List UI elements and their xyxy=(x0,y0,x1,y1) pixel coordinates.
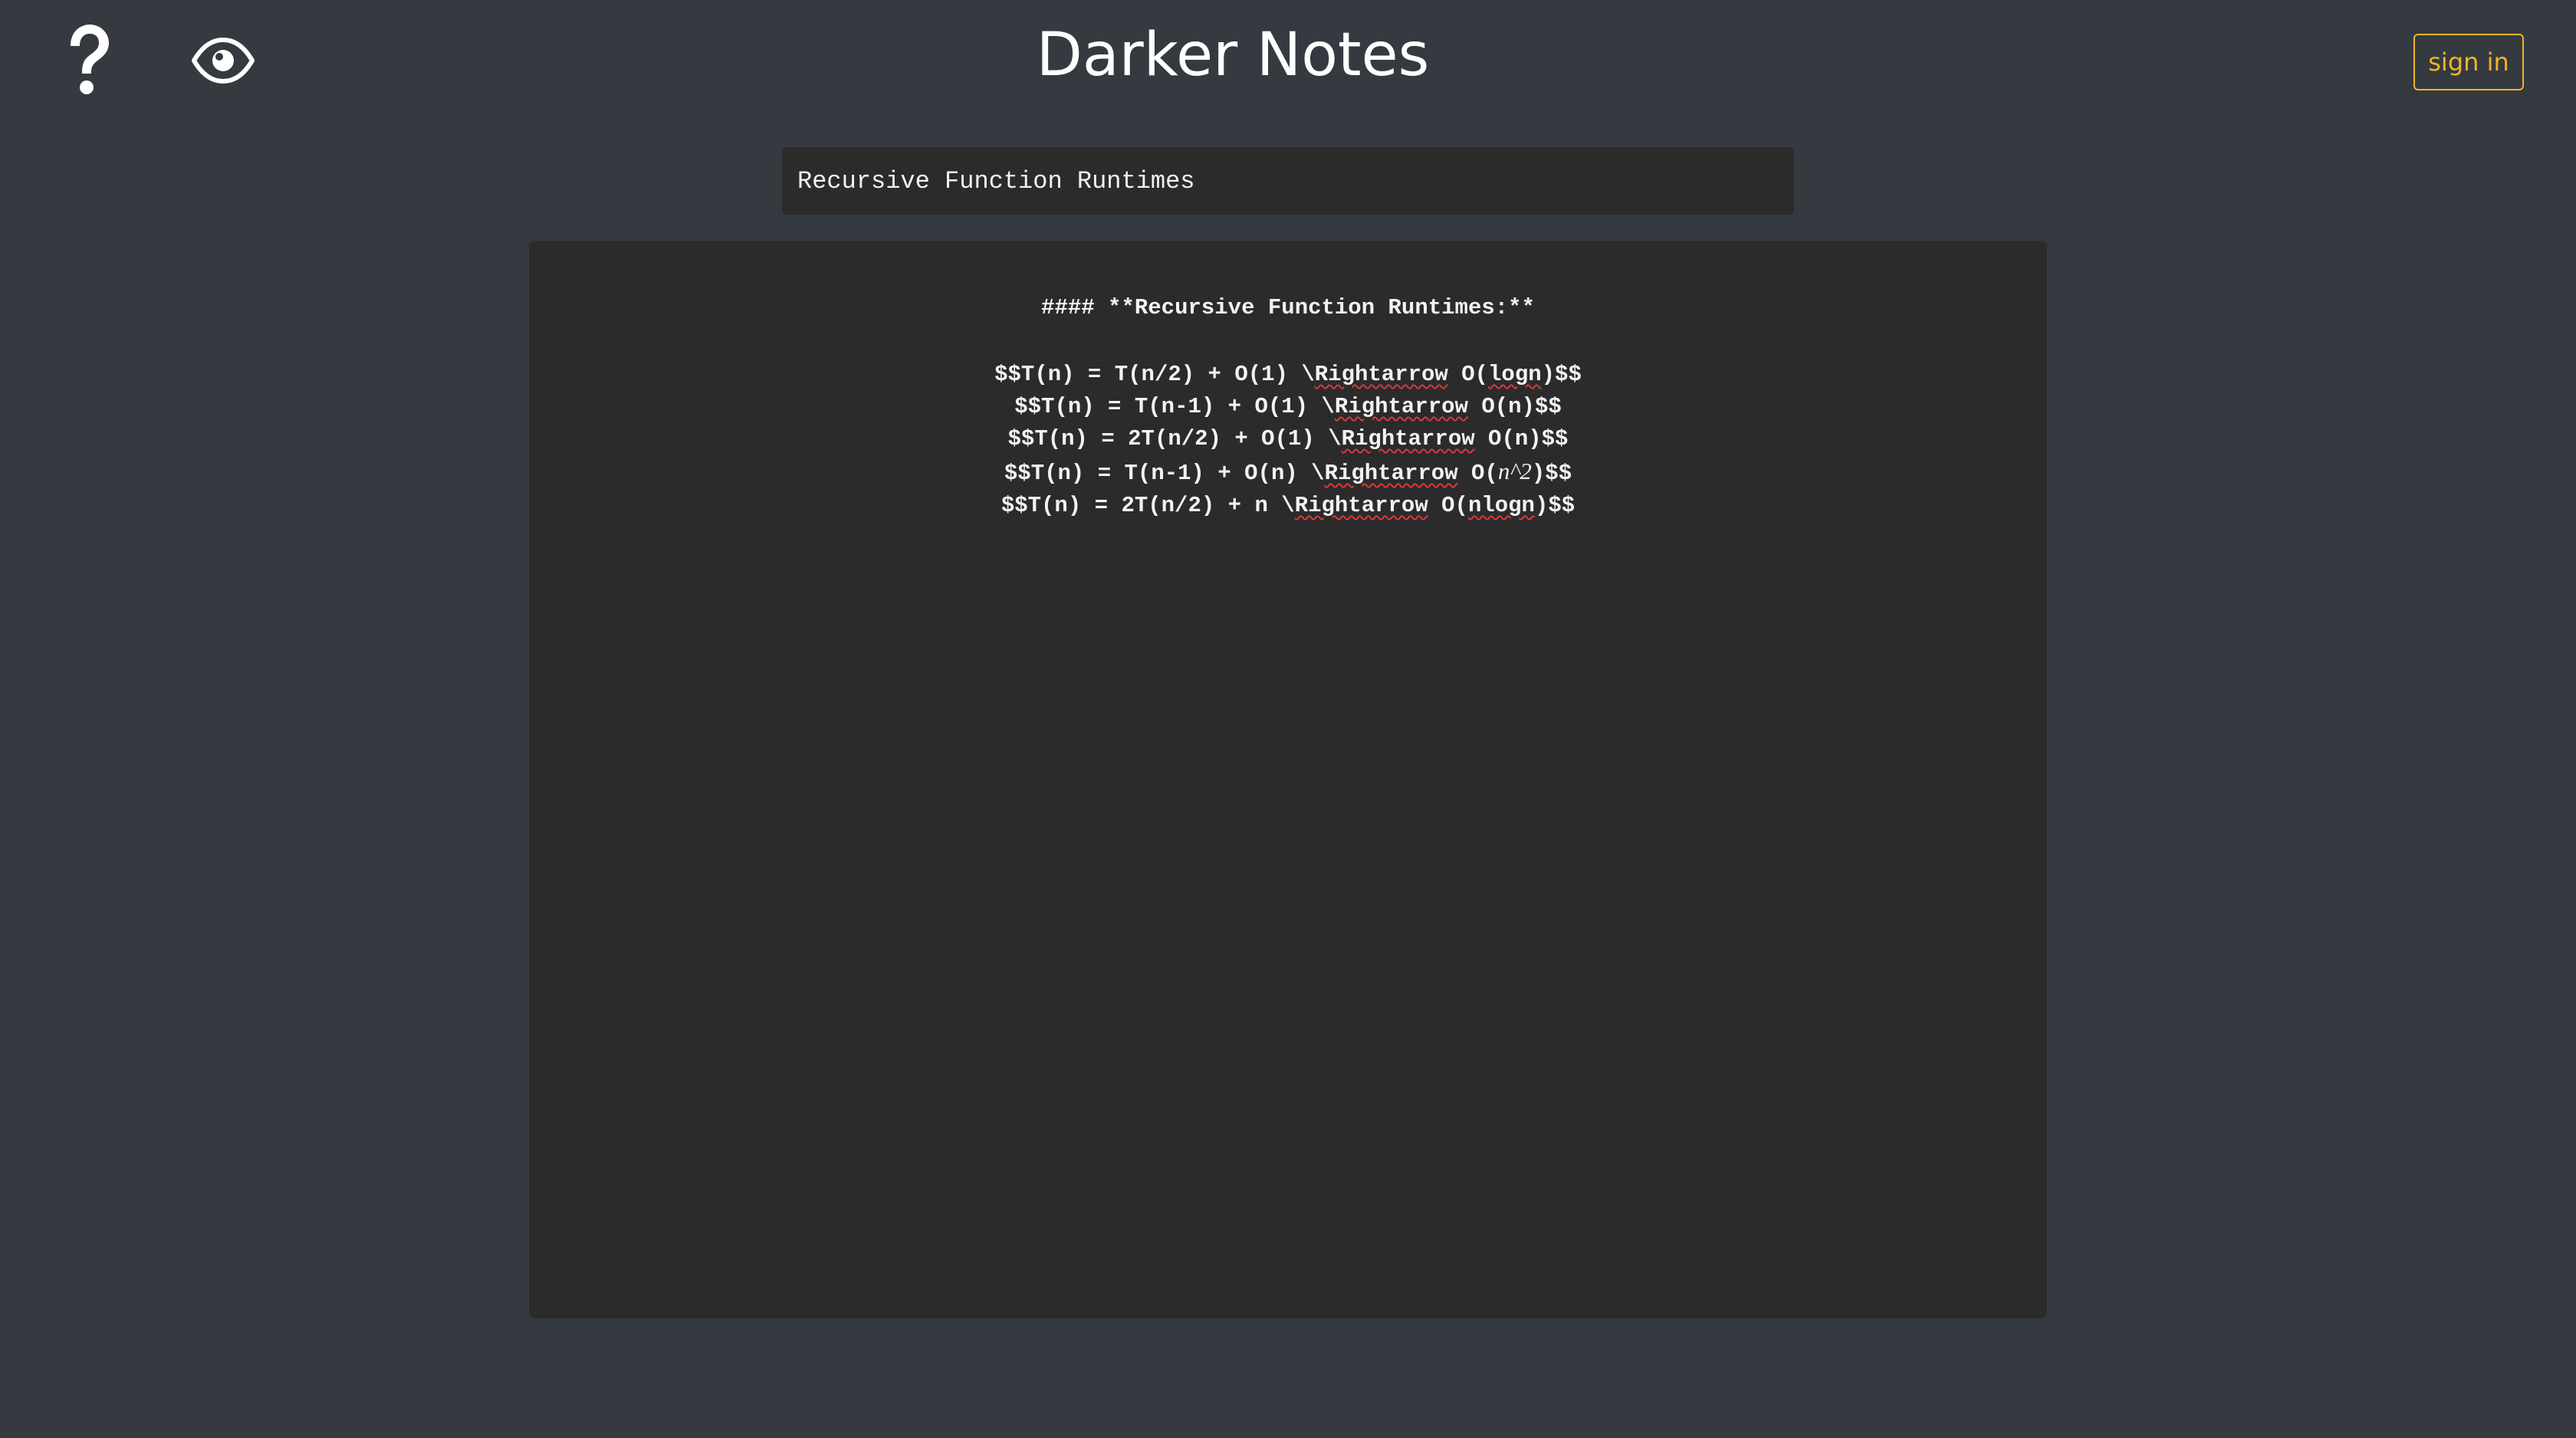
note-line: $$T(n) = T(n-1) + O(1) \Rightarrow O(n)$… xyxy=(529,391,2047,423)
note-line-kw2: nlogn xyxy=(1467,493,1535,518)
note-line-post: )$$ xyxy=(1541,362,1582,387)
note-title-input[interactable] xyxy=(782,147,1794,215)
note-line-pre: $$T(n) = 2T(n/2) + n \ xyxy=(1001,493,1295,518)
note-line-kw: Rightarrow xyxy=(1294,493,1428,518)
sign-in-button[interactable]: sign in xyxy=(2413,34,2524,90)
note-line-pre: $$T(n) = T(n-1) + O(n) \ xyxy=(1004,461,1325,486)
note-line-kw: Rightarrow xyxy=(1341,426,1475,451)
note-line-math: n^2 xyxy=(1497,458,1532,484)
note-line-pre: $$T(n) = 2T(n/2) + O(1) \ xyxy=(1007,426,1342,451)
note-line-post: )$$ xyxy=(1531,461,1572,486)
note-line: $$T(n) = 2T(n/2) + O(1) \Rightarrow O(n)… xyxy=(529,423,2047,455)
note-line-mid: O( xyxy=(1457,461,1498,486)
note-line-mid: O( xyxy=(1447,362,1489,387)
note-line-pre: $$T(n) = T(n-1) + O(1) \ xyxy=(1014,394,1335,419)
note-line: $$T(n) = 2T(n/2) + n \Rightarrow O(nlogn… xyxy=(529,490,2047,522)
note-line-pre: $$T(n) = T(n/2) + O(1) \ xyxy=(994,362,1315,387)
note-line-kw: Rightarrow xyxy=(1334,394,1468,419)
app-title: Darker Notes xyxy=(1036,21,1430,90)
note-line-mid: O(n)$$ xyxy=(1474,426,1569,451)
note-line-kw2: logn xyxy=(1488,362,1542,387)
note-line-post: )$$ xyxy=(1534,493,1576,518)
note-line-mid: O(n)$$ xyxy=(1467,394,1562,419)
note-lines: $$T(n) = T(n/2) + O(1) \Rightarrow O(log… xyxy=(529,359,2047,522)
note-heading: #### **Recursive Function Runtimes:** xyxy=(1041,295,1535,320)
note-line: $$T(n) = T(n/2) + O(1) \Rightarrow O(log… xyxy=(529,359,2047,391)
note-line: $$T(n) = T(n-1) + O(n) \Rightarrow O(n^2… xyxy=(529,455,2047,490)
note-line-kw: Rightarrow xyxy=(1314,362,1448,387)
note-editor[interactable]: #### **Recursive Function Runtimes:** $$… xyxy=(529,241,2047,1318)
note-line-kw: Rightarrow xyxy=(1324,461,1458,486)
note-line-mid: O( xyxy=(1428,493,1468,518)
